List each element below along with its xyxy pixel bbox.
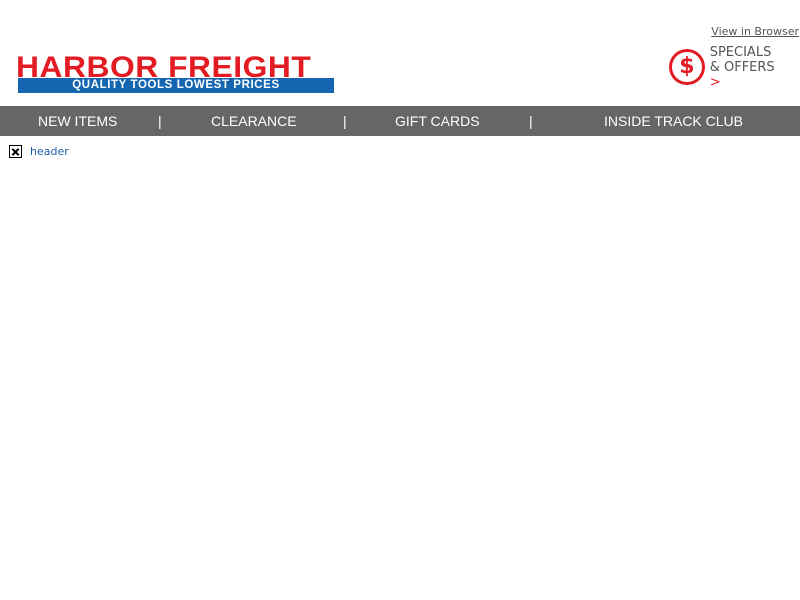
nav-item-new-items[interactable]: NEW ITEMS: [38, 106, 117, 136]
specials-offers-text: SPECIALS & OFFERS >: [710, 45, 789, 90]
nav-separator: |: [158, 113, 162, 129]
specials-offers-link[interactable]: $ SPECIALS & OFFERS >: [669, 45, 789, 90]
header-image-placeholder[interactable]: header: [9, 145, 69, 158]
nav-item-inside-track-club[interactable]: INSIDE TRACK CLUB: [604, 106, 743, 136]
email-page: View in Browser HARBOR FREIGHT QUALITY T…: [0, 0, 800, 600]
offers-label: & OFFERS: [709, 59, 775, 75]
nav-separator: |: [343, 113, 347, 129]
nav-item-clearance[interactable]: CLEARANCE: [211, 106, 297, 136]
chevron-right-icon: >: [709, 74, 721, 90]
offers-label-line: & OFFERS >: [710, 60, 789, 90]
view-in-browser-link[interactable]: View in Browser: [711, 25, 799, 38]
main-navigation: NEW ITEMS | CLEARANCE | GIFT CARDS | INS…: [0, 106, 800, 136]
harbor-freight-logo[interactable]: HARBOR FREIGHT QUALITY TOOLS LOWEST PRIC…: [16, 51, 334, 95]
logo-tagline: QUALITY TOOLS LOWEST PRICES: [18, 78, 334, 93]
broken-image-icon: [9, 145, 22, 158]
nav-separator: |: [529, 113, 533, 129]
image-alt-text: header: [30, 145, 69, 158]
specials-label: SPECIALS: [709, 44, 772, 60]
nav-item-gift-cards[interactable]: GIFT CARDS: [395, 106, 480, 136]
dollar-circle-icon: $: [669, 49, 705, 85]
